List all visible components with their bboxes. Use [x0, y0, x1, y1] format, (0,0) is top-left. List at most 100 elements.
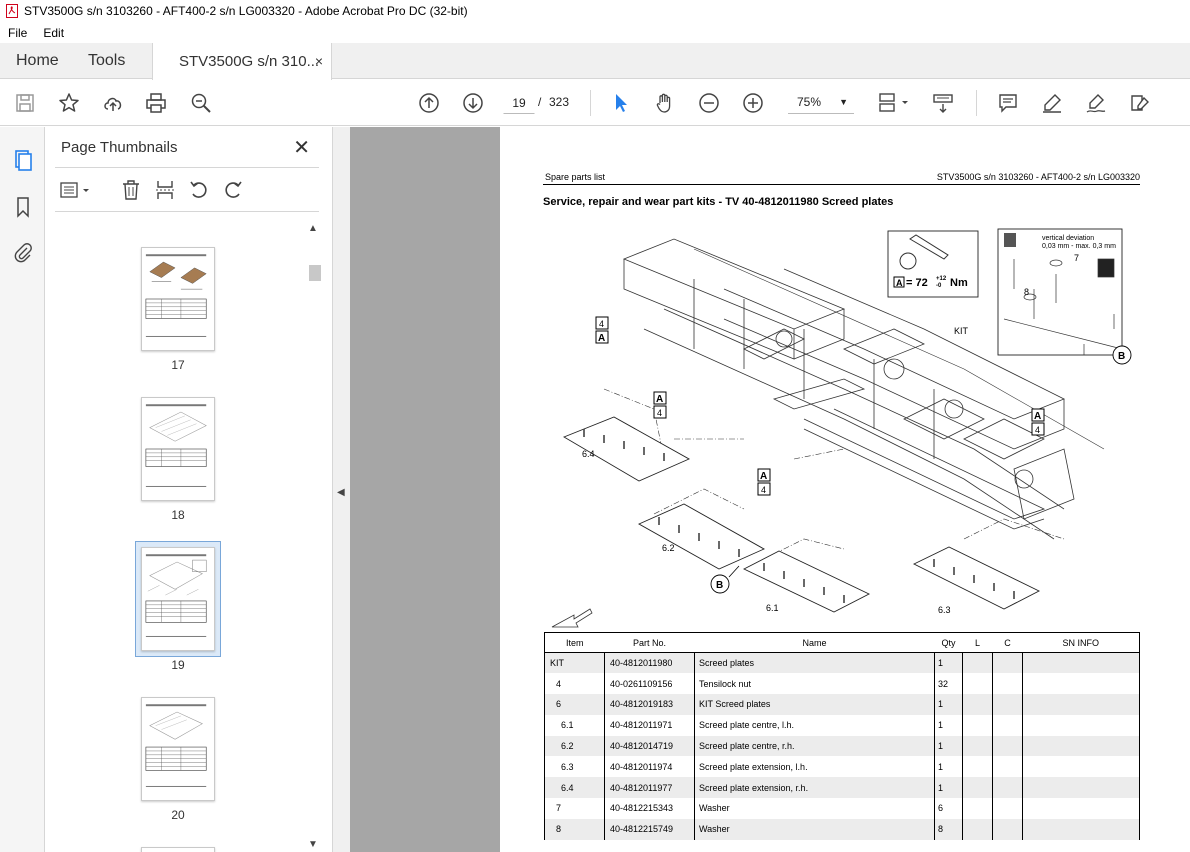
torque-ref-label: A: [896, 278, 903, 288]
plate-label-6-4: 6.4: [582, 449, 595, 459]
thumbnail-label: 19: [171, 658, 185, 672]
cell-part-no: 40-4812011980: [604, 652, 695, 674]
comment-icon[interactable]: [996, 91, 1020, 115]
page-total: 323: [549, 95, 570, 109]
cell-part-no: 40-4812011971: [604, 714, 695, 736]
cell-c: [992, 673, 1023, 695]
cell-item: 7: [544, 798, 605, 819]
thumbnail-options-icon[interactable]: [59, 177, 93, 203]
cell-l: [962, 798, 993, 819]
thumbnail-page-17[interactable]: [141, 247, 215, 351]
panel-collapse-handle[interactable]: ◀: [333, 127, 350, 852]
col-item: Item: [544, 632, 605, 653]
print-icon[interactable]: [144, 91, 168, 115]
previous-page-icon[interactable]: [417, 91, 441, 115]
col-sn-info: SN INFO: [1022, 632, 1140, 653]
hand-tool-icon[interactable]: [653, 91, 677, 115]
cell-qty: 1: [934, 777, 963, 799]
save-icon[interactable]: [13, 91, 37, 115]
close-tab-icon[interactable]: ×: [315, 53, 323, 69]
cell-c: [992, 735, 1023, 757]
table-row: 6.2 40-4812014719 Screed plate centre, r…: [544, 735, 1140, 757]
table-row: KIT 40-4812011980 Screed plates 1: [544, 652, 1140, 674]
table-row: 6.4 40-4812011977 Screed plate extension…: [544, 777, 1140, 799]
page-separator: /: [538, 95, 542, 109]
table-row: 7 40-4812215343 Washer 6: [544, 798, 1140, 819]
cell-name: Washer: [694, 818, 935, 840]
exploded-parts-drawing: A = 72 +12 -0 Nm vertical deviation 0,03…: [551, 228, 1132, 628]
cell-qty: 6: [934, 798, 963, 819]
bookmarks-icon[interactable]: [11, 195, 35, 219]
thumbnail-label: 18: [171, 508, 185, 522]
document-canvas[interactable]: Spare parts list STV3500G s/n 3103260 - …: [350, 127, 1190, 852]
edit-pdf-icon[interactable]: [1128, 91, 1152, 115]
cell-item: 6: [544, 694, 605, 715]
cell-l: [962, 735, 993, 757]
thumbnail-label: 17: [171, 358, 185, 372]
scrollbar-thumb[interactable]: [309, 265, 321, 281]
zoom-search-icon[interactable]: [189, 91, 213, 115]
cell-qty: 1: [934, 714, 963, 736]
toolbar-divider: [590, 90, 591, 116]
zoom-in-icon[interactable]: [741, 91, 765, 115]
page-number-input[interactable]: 19: [503, 90, 535, 114]
col-c: C: [992, 632, 1023, 653]
tab-tools[interactable]: Tools: [88, 43, 125, 79]
sign-icon[interactable]: [1084, 91, 1108, 115]
cell-name: Washer: [694, 798, 935, 819]
tab-home[interactable]: Home: [16, 43, 59, 79]
highlight-pen-icon[interactable]: [1040, 91, 1064, 115]
select-pointer-icon[interactable]: [609, 91, 633, 115]
cell-name: Screed plate centre, l.h.: [694, 714, 935, 736]
parts-table: Item Part No. Name Qty L C SN INFO KIT 4…: [544, 632, 1140, 840]
tab-document[interactable]: STV3500G s/n 310... ×: [152, 43, 332, 80]
title-bar: STV3500G s/n 3103260 - AFT400-2 s/n LG00…: [0, 0, 1190, 22]
zoom-value: 75%: [797, 95, 822, 109]
bookmark-star-icon[interactable]: [57, 91, 81, 115]
cell-qty: 32: [934, 673, 963, 695]
page-fit-icon[interactable]: [876, 91, 912, 115]
cell-item: 6.4: [544, 777, 605, 799]
rotate-right-icon[interactable]: [220, 177, 246, 203]
cell-sn-info: [1022, 798, 1140, 819]
next-page-icon[interactable]: [461, 91, 485, 115]
cell-sn-info: [1022, 818, 1140, 840]
scroll-up-icon[interactable]: ▲: [308, 223, 318, 234]
close-panel-icon[interactable]: ✕: [293, 135, 310, 160]
cell-l: [962, 694, 993, 715]
attachments-icon[interactable]: [11, 240, 35, 264]
extract-page-icon[interactable]: [152, 177, 178, 203]
callout-4: 4: [1035, 425, 1040, 435]
cell-item: 6.2: [544, 735, 605, 757]
callout-4: 4: [599, 319, 604, 329]
plate-label-6-2: 6.2: [662, 543, 675, 553]
menu-file[interactable]: File: [0, 26, 35, 40]
table-row: 6.3 40-4812011974 Screed plate extension…: [544, 756, 1140, 778]
thumbnail-page-18[interactable]: [141, 397, 215, 501]
callout-4: 4: [657, 408, 662, 418]
cell-item: KIT: [544, 652, 605, 674]
scroll-mode-icon[interactable]: [931, 91, 955, 115]
torque-tolerance-up: +12: [936, 276, 947, 282]
thumbnail-page-20[interactable]: [141, 697, 215, 801]
thumbnail-scrollbar[interactable]: ▲ ▼: [307, 223, 321, 852]
zoom-select[interactable]: 75% ▼: [788, 90, 854, 114]
deviation-title: vertical deviation: [1042, 235, 1094, 242]
cell-qty: 1: [934, 652, 963, 674]
page-thumbnails-icon[interactable]: [11, 148, 35, 172]
zoom-out-icon[interactable]: [697, 91, 721, 115]
cell-c: [992, 818, 1023, 840]
cell-qty: 1: [934, 756, 963, 778]
cell-name: Tensilock nut: [694, 673, 935, 695]
cell-c: [992, 777, 1023, 799]
rotate-left-icon[interactable]: [186, 177, 212, 203]
delete-page-icon[interactable]: [118, 177, 144, 203]
scroll-down-icon[interactable]: ▼: [308, 839, 318, 850]
thumbnail-page-next[interactable]: [141, 847, 215, 852]
thumbnail-page-19[interactable]: [141, 547, 215, 651]
menu-edit[interactable]: Edit: [35, 26, 72, 40]
callout-a: A: [598, 333, 605, 344]
upload-cloud-icon[interactable]: [101, 91, 125, 115]
cell-name: KIT Screed plates: [694, 694, 935, 715]
cell-sn-info: [1022, 777, 1140, 799]
